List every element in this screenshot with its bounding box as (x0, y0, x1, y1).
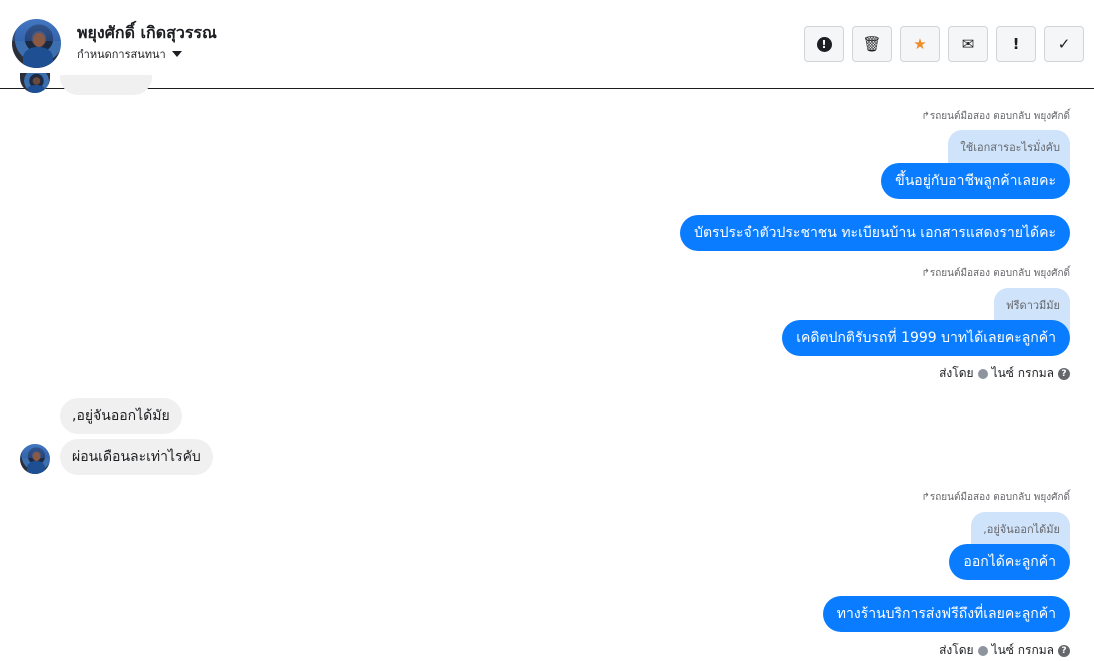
star-button[interactable]: ★ (900, 26, 940, 62)
contact-avatar-small[interactable] (20, 444, 50, 474)
message-thread[interactable]: ↱รถยนต์มือสอง ตอบกลับ พยุงศักดิ์ ใช้เอกส… (0, 73, 1094, 661)
trash-icon: 🗑 (862, 35, 882, 53)
spam-button[interactable]: ! (996, 26, 1036, 62)
incoming-message[interactable]: ,อยู่จันออกได้มัย (60, 398, 182, 434)
contact-avatar-small (20, 73, 50, 93)
reply-note: ↱รถยนต์มือสอง ตอบกลับ พยุงศักดิ์ (921, 492, 1070, 503)
mark-unread-button[interactable]: ✉ (948, 26, 988, 62)
incoming-bubble-partial (60, 75, 152, 95)
outgoing-message[interactable]: ขึ้นอยู่กับอาชีพลูกค้าเลยคะ (881, 163, 1070, 199)
star-icon: ★ (913, 35, 927, 53)
reply-arrow-icon: ↱ (921, 111, 930, 122)
sent-by-label: ส่งโดย (939, 643, 974, 657)
contact-name[interactable]: พยุงศักดิ์ เกิดสุวรรณ (77, 21, 217, 46)
envelope-icon: ✉ (961, 35, 975, 53)
verified-dot-icon (977, 368, 988, 379)
sent-by-label: ส่งโดย (939, 366, 974, 380)
outgoing-message[interactable]: เคดิตปกติรับรถที่ 1999 บาทได้เลยคะลูกค้า (782, 320, 1070, 356)
conversation-header: พยุงศักดิ์ เกิดสุวรรณ กำหนดการสนทนา ! 🗑 … (0, 0, 1094, 89)
reply-arrow-icon: ↱ (921, 492, 930, 503)
reply-note: ↱รถยนต์มือสอง ตอบกลับ พยุงศักดิ์ (921, 268, 1070, 279)
header-actions: ! 🗑 ★ ✉ ! ✓ (804, 26, 1084, 62)
chevron-down-icon (171, 51, 182, 57)
alert-circle-icon: ! (816, 36, 832, 52)
sender-name: ไนซ์ กรกมล (991, 643, 1054, 657)
assign-label: กำหนดการสนทนา (77, 48, 166, 61)
mark-done-button[interactable]: ✓ (1044, 26, 1084, 62)
exclamation-icon: ! (1012, 35, 1020, 53)
outgoing-message[interactable]: บัตรประจำตัวประชาชน ทะเบียนบ้าน เอกสารแส… (680, 215, 1070, 251)
contact-avatar[interactable] (12, 19, 61, 68)
outgoing-message[interactable]: ทางร้านบริการส่งฟรีถึงที่เลยคะลูกค้า (822, 596, 1070, 632)
sent-by-line: ส่งโดย ไนซ์ กรกมล ? (939, 364, 1070, 383)
help-circle-icon[interactable]: ? (1058, 367, 1070, 380)
outgoing-message[interactable]: ออกได้คะลูกค้า (949, 544, 1070, 580)
reply-arrow-icon: ↱ (921, 268, 930, 279)
assign-conversation-dropdown[interactable]: กำหนดการสนทนา (77, 45, 182, 63)
help-circle-icon[interactable]: ? (1058, 644, 1070, 657)
sender-name: ไนซ์ กรกมล (991, 366, 1054, 380)
reply-note: ↱รถยนต์มือสอง ตอบกลับ พยุงศักดิ์ (921, 111, 1070, 122)
incoming-message[interactable]: ผ่อนเดือนละเท่าไรคับ (60, 439, 213, 475)
report-button[interactable]: ! (804, 26, 844, 62)
delete-button[interactable]: 🗑 (852, 26, 892, 62)
check-icon: ✓ (1057, 35, 1071, 53)
sent-by-line: ส่งโดย ไนซ์ กรกมล ? (939, 641, 1070, 660)
verified-dot-icon (977, 645, 988, 656)
